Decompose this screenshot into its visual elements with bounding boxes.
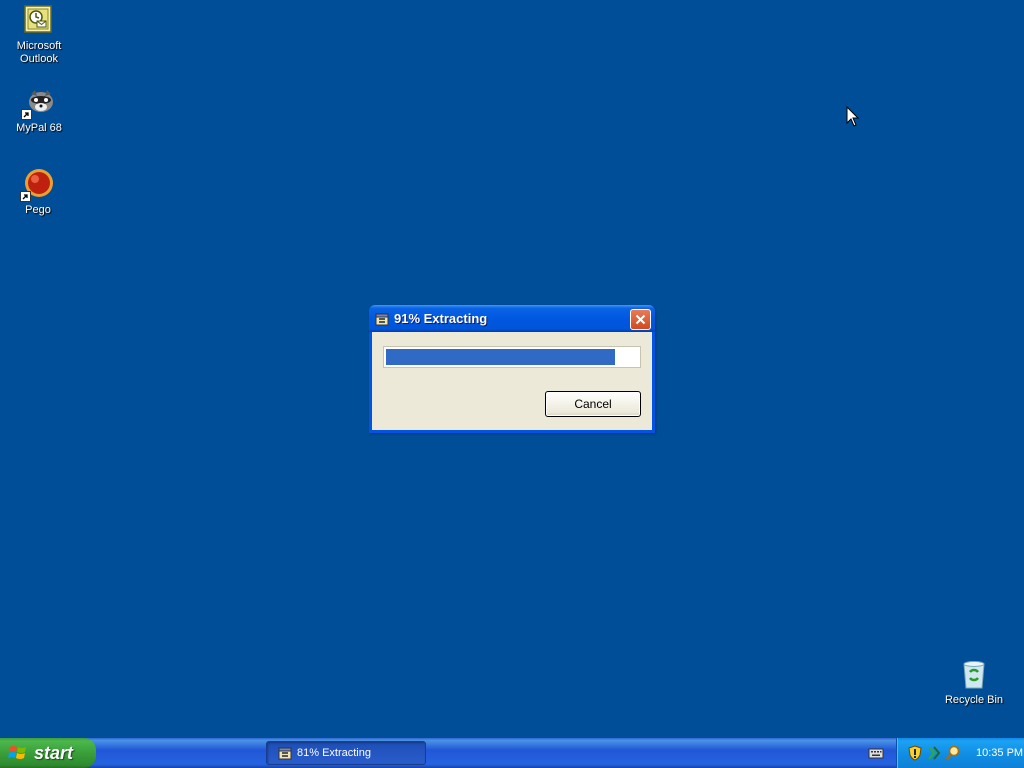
desktop-icon-label: Outlook bbox=[20, 53, 58, 65]
pego-icon bbox=[20, 168, 54, 202]
shortcut-arrow-icon bbox=[21, 109, 32, 120]
close-button[interactable] bbox=[630, 309, 651, 330]
desktop-icon-pego[interactable]: Pego bbox=[0, 168, 76, 217]
desktop-icon-label: Recycle Bin bbox=[944, 694, 1004, 706]
recycle-bin-icon bbox=[958, 658, 990, 690]
progress-bar bbox=[383, 346, 641, 368]
progress-bar-fill bbox=[386, 349, 616, 365]
keyboard-icon[interactable] bbox=[868, 746, 884, 760]
archive-icon bbox=[277, 745, 293, 761]
close-icon bbox=[635, 314, 646, 325]
desktop-icon-recycle-bin[interactable]: Recycle Bin bbox=[936, 658, 1012, 707]
desktop-icon-label: Microsoft bbox=[16, 40, 62, 52]
windows-logo-icon bbox=[8, 743, 28, 763]
archive-icon bbox=[374, 311, 390, 327]
taskbar: start 81% Extracting 10:35 PM bbox=[0, 738, 1024, 768]
cancel-button[interactable]: Cancel bbox=[545, 391, 641, 417]
desktop-icon-label: Pego bbox=[25, 204, 51, 216]
system-tray: 10:35 PM bbox=[896, 738, 1024, 768]
desktop-icon-outlook[interactable]: Microsoft Outlook bbox=[1, 4, 77, 66]
taskbar-item-extracting[interactable]: 81% Extracting bbox=[266, 741, 426, 765]
dialog-title: 91% Extracting bbox=[394, 311, 488, 326]
mypal-icon bbox=[21, 86, 55, 120]
dialog-titlebar[interactable]: 91% Extracting bbox=[369, 305, 655, 332]
network-icon[interactable] bbox=[926, 745, 942, 761]
clock[interactable]: 10:35 PM bbox=[976, 747, 1023, 759]
outlook-icon bbox=[23, 4, 55, 36]
extracting-dialog: 91% Extracting Cancel bbox=[369, 305, 655, 433]
mouse-cursor-icon bbox=[846, 105, 860, 131]
shortcut-arrow-icon bbox=[20, 191, 31, 202]
dialog-body: Cancel bbox=[372, 332, 652, 430]
desktop-icon-mypal[interactable]: MyPal 68 bbox=[1, 86, 77, 135]
search-icon[interactable] bbox=[945, 745, 961, 761]
taskbar-item-label: 81% Extracting bbox=[297, 747, 371, 759]
desktop-icon-label: MyPal 68 bbox=[16, 122, 62, 134]
start-button[interactable]: start bbox=[0, 738, 96, 768]
security-shield-icon[interactable] bbox=[907, 745, 923, 761]
start-label: start bbox=[34, 742, 74, 763]
